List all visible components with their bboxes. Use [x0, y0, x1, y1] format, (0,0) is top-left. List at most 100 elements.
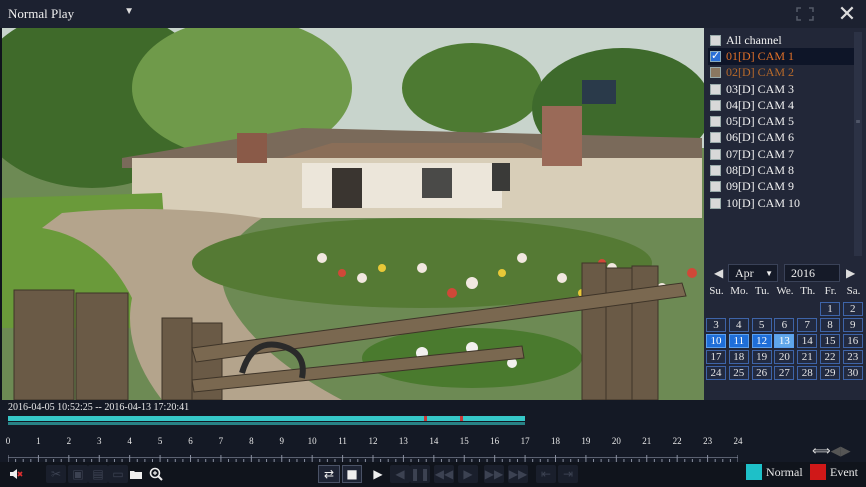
camera-frame-image [2, 28, 704, 400]
calendar-day[interactable]: 6 [774, 318, 795, 332]
calendar-day[interactable]: 11 [728, 334, 749, 348]
channel-checkbox[interactable] [710, 83, 721, 95]
channel-item[interactable]: 02[D] CAM 2 [708, 65, 854, 81]
calendar-day[interactable]: 21 [797, 350, 818, 364]
calendar-day[interactable]: 27 [774, 366, 795, 380]
next-segment-icon[interactable]: ⇥ [558, 465, 578, 483]
video-playback-area[interactable] [2, 28, 704, 400]
zoom-in-icon[interactable] [146, 465, 166, 483]
channel-checkbox[interactable] [710, 99, 721, 111]
calendar-month-select[interactable]: Apr ▼ [728, 264, 778, 282]
channel-checkbox[interactable] [710, 181, 721, 193]
calendar-day[interactable]: 2 [842, 302, 863, 316]
weekday-label: Th. [800, 285, 816, 297]
hour-label: 4 [127, 436, 132, 446]
calendar-day[interactable]: 26 [751, 366, 772, 380]
playback-controls: ✂ ▣ ▤ ▭ ⇄ ■ ▶ ◀ ❚❚ ◀◀ ▶ ▶▶ ▶▶ ⇤ ⇥ [0, 462, 866, 487]
calendar-day[interactable]: 14 [797, 334, 818, 348]
hour-label: 5 [157, 436, 163, 446]
channel-label: 07[D] CAM 7 [726, 146, 794, 161]
step-icon[interactable]: ▶ [458, 465, 478, 483]
channel-item[interactable]: 06[D] CAM 6 [708, 130, 854, 146]
calendar-day[interactable]: 24 [706, 366, 726, 380]
calendar-day[interactable]: 29 [819, 366, 840, 380]
channel-label: 04[D] CAM 4 [726, 97, 794, 112]
fullscreen-icon[interactable] [790, 2, 820, 26]
channel-item[interactable]: 01[D] CAM 1 [708, 48, 854, 65]
channel-item[interactable]: 08[D] CAM 8 [708, 162, 854, 178]
rewind-icon[interactable]: ◀◀ [434, 465, 454, 483]
calendar-day[interactable]: 23 [842, 350, 863, 364]
timeline[interactable]: 2016-04-05 10:52:25 -- 2016-04-13 17:20:… [0, 400, 866, 463]
calendar-day[interactable]: 30 [842, 366, 863, 380]
calendar-year-field[interactable]: 2016 [784, 264, 840, 282]
channel-checkbox[interactable] [710, 132, 721, 144]
fast-forward-icon[interactable]: ▶▶ [484, 465, 504, 483]
calendar-day[interactable]: 13 [774, 334, 795, 348]
calendar-day[interactable]: 4 [728, 318, 749, 332]
prev-segment-icon[interactable]: ⇤ [536, 465, 556, 483]
calendar-day[interactable]: 18 [728, 350, 749, 364]
clip-icon[interactable]: ✂ [46, 465, 66, 483]
snapshot-icon[interactable]: ▣ [68, 465, 88, 483]
channel-checkbox[interactable] [710, 49, 721, 62]
play-icon[interactable]: ▶ [368, 465, 388, 483]
channel-checkbox[interactable] [710, 34, 721, 46]
channel-checkbox[interactable] [710, 197, 721, 209]
calendar-day[interactable]: 12 [751, 334, 772, 348]
hour-label: 21 [642, 436, 652, 446]
calendar-day[interactable]: 22 [819, 350, 840, 364]
calendar-day[interactable]: 16 [842, 334, 863, 348]
channel-checkbox[interactable] [710, 67, 721, 79]
timeline-zoom-arrows[interactable]: ⟺◀▶ [812, 444, 851, 459]
channel-item[interactable]: 10[D] CAM 10 [708, 195, 854, 211]
channel-checkbox[interactable] [710, 148, 721, 160]
legend-normal-label: Normal [766, 464, 803, 479]
stop-icon[interactable]: ■ [342, 465, 362, 483]
calendar-day[interactable]: 10 [706, 334, 726, 348]
channel-item-all[interactable]: All channel [708, 32, 854, 48]
calendar-day[interactable]: 7 [797, 318, 818, 332]
tag-icon[interactable]: ▭ [108, 465, 128, 483]
skip-next-icon[interactable]: ▶▶ [508, 465, 528, 483]
channel-checkbox[interactable] [710, 116, 721, 128]
shuffle-icon[interactable]: ⇄ [318, 465, 340, 483]
calendar-day[interactable]: 17 [706, 350, 726, 364]
channel-item[interactable]: 07[D] CAM 7 [708, 146, 854, 162]
pause-icon[interactable]: ❚❚ [410, 465, 430, 483]
calendar-day[interactable]: 3 [706, 318, 726, 332]
close-icon[interactable]: ✕ [832, 2, 862, 27]
folder-icon[interactable] [126, 465, 146, 483]
hour-label: 2 [66, 436, 72, 446]
channel-item[interactable]: 03[D] CAM 3 [708, 81, 854, 97]
timeline-ruler[interactable] [7, 450, 739, 463]
calendar-day[interactable]: 25 [728, 366, 749, 380]
channel-list-scrollbar[interactable]: ≡ [854, 32, 862, 256]
calendar-day[interactable]: 20 [774, 350, 795, 364]
channel-item[interactable]: 09[D] CAM 9 [708, 179, 854, 195]
hour-label: 22 [672, 436, 682, 446]
timeline-hour-labels: 0 1 2 3 4 5 6 7 8 9 10 11 12 13 14 15 16 17 18 19 20 21 22 23 24 [6, 436, 748, 450]
calendar-day[interactable]: 19 [751, 350, 772, 364]
play-mode-select[interactable]: Normal Play ▼ [8, 4, 140, 24]
lock-icon[interactable]: ▤ [88, 465, 108, 483]
scrollbar-thumb[interactable]: ≡ [855, 118, 861, 132]
calendar-day[interactable]: 1 [819, 302, 840, 316]
calendar-day[interactable]: 8 [819, 318, 840, 332]
next-month-icon[interactable]: ▶ [846, 266, 855, 280]
channel-label: 06[D] CAM 6 [726, 130, 794, 145]
calendar-month: Apr [735, 265, 754, 280]
calendar-day[interactable]: 5 [751, 318, 772, 332]
record-bar[interactable] [8, 416, 526, 421]
record-bar-secondary [8, 422, 526, 425]
calendar-day[interactable]: 9 [842, 318, 863, 332]
calendar-day[interactable]: 15 [819, 334, 840, 348]
channel-label: All channel [726, 32, 782, 47]
channel-item[interactable]: 04[D] CAM 4 [708, 97, 854, 113]
channel-checkbox[interactable] [710, 165, 721, 177]
channel-item[interactable]: 05[D] CAM 5 [708, 113, 854, 129]
mute-icon[interactable] [6, 465, 26, 483]
calendar-day[interactable]: 28 [797, 366, 818, 380]
frame-back-icon[interactable]: ◀ [390, 465, 410, 483]
prev-month-icon[interactable]: ◀ [714, 266, 723, 280]
